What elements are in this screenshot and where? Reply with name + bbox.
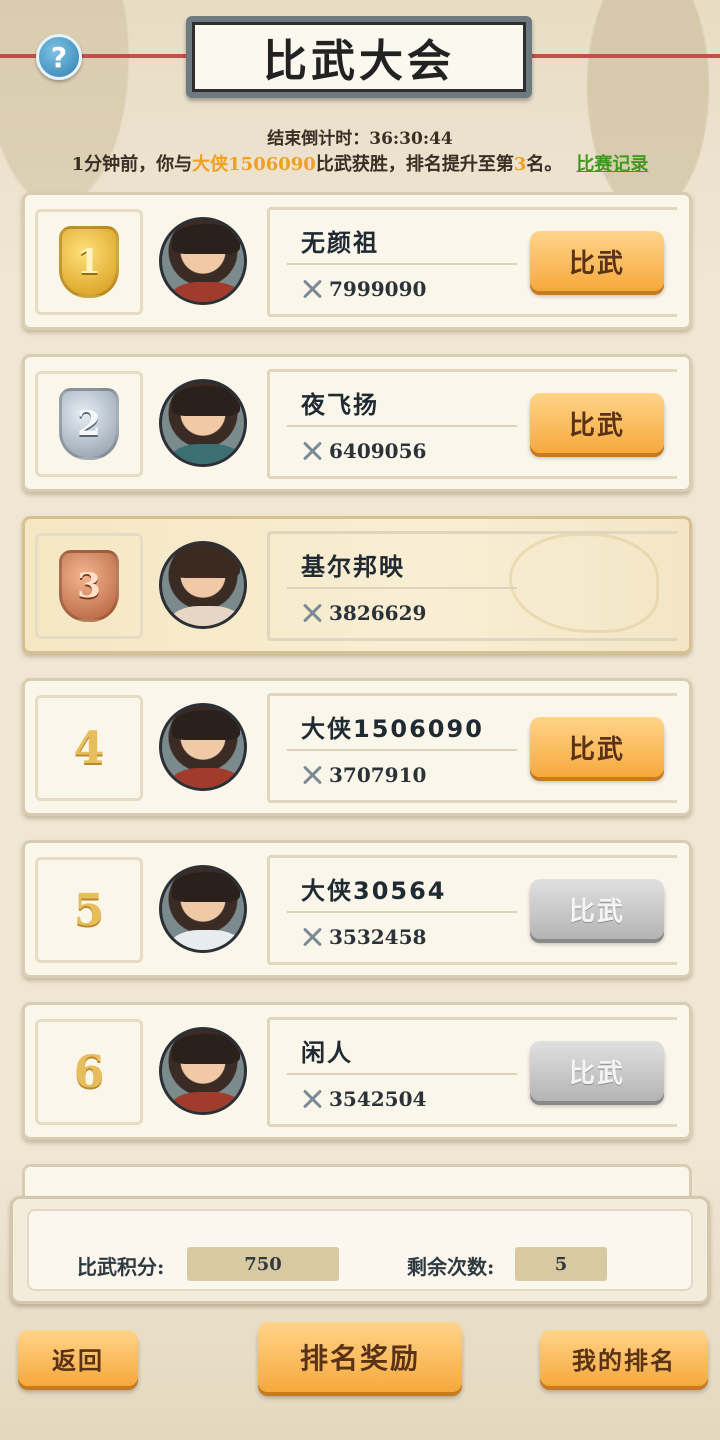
rank-number: 6 [73, 1046, 105, 1098]
player-name: 基尔邦映 [301, 553, 405, 581]
player-name: 夜飞扬 [301, 391, 379, 419]
back-button[interactable]: 返回 [18, 1330, 138, 1386]
countdown: 结束倒计时：36:30:44 [0, 124, 720, 149]
rank-box: 1 [35, 209, 143, 315]
crossed-swords-icon [301, 926, 323, 948]
rank-box: 6 [35, 1019, 143, 1125]
gold-medal-icon: 1 [59, 226, 119, 298]
title-plate: 比武大会 [186, 16, 532, 98]
divider [287, 425, 517, 427]
rank-box: 2 [35, 371, 143, 477]
rank-box: 5 [35, 857, 143, 963]
news-opponent: 大侠1506090 [192, 154, 316, 175]
player-name: 无颜祖 [301, 229, 379, 257]
stats-inner: 比武积分: 750 剩余次数: 5 [27, 1209, 693, 1291]
my-rank-button[interactable]: 我的排名 [540, 1330, 708, 1386]
duel-button-disabled[interactable]: 比武 [530, 879, 664, 939]
remaining-label: 剩余次数: [407, 1255, 495, 1279]
news-prefix: 1分钟前，你与 [71, 154, 193, 175]
crossed-swords-icon [301, 440, 323, 462]
bronze-medal-icon: 3 [59, 550, 119, 622]
silver-medal-icon: 2 [59, 388, 119, 460]
rank-rewards-button[interactable]: 排名奖励 [258, 1322, 462, 1392]
avatar[interactable] [159, 541, 247, 629]
battle-news: 1分钟前，你与大侠1506090比武获胜，排名提升至第3名。 比赛记录 [0, 150, 720, 176]
ranking-row: 1 无颜祖 7999090 比武 [22, 192, 692, 330]
avatar[interactable] [159, 379, 247, 467]
rank-box: 4 [35, 695, 143, 801]
power-value: 6409056 [301, 439, 426, 463]
title-rope-left [0, 54, 190, 58]
points-label: 比武积分: [77, 1255, 165, 1279]
points-value: 750 [187, 1247, 339, 1281]
player-name: 大侠1506090 [301, 715, 484, 743]
crossed-swords-icon [301, 1088, 323, 1110]
avatar[interactable] [159, 1027, 247, 1115]
news-rank: 3 [513, 154, 527, 175]
divider [287, 749, 517, 751]
rank-number: 2 [77, 404, 101, 444]
rank-number: 1 [77, 242, 101, 282]
remaining-value: 5 [515, 1247, 607, 1281]
duel-button-disabled[interactable]: 比武 [530, 1041, 664, 1101]
ranking-row: 5 大侠30564 3532458 比武 [22, 840, 692, 978]
help-button[interactable]: ? [36, 34, 82, 80]
ranking-row: 6 闲人 3542504 比武 [22, 1002, 692, 1140]
avatar[interactable] [159, 703, 247, 791]
avatar[interactable] [159, 865, 247, 953]
news-middle: 比武获胜，排名提升至第 [315, 154, 514, 175]
avatar[interactable] [159, 217, 247, 305]
power-value: 3707910 [301, 763, 426, 787]
help-icon: ? [50, 40, 68, 74]
player-name: 闲人 [301, 1039, 353, 1067]
ranking-row: 2 夜飞扬 6409056 比武 [22, 354, 692, 492]
countdown-value: 36:30:44 [369, 129, 453, 149]
duel-button[interactable]: 比武 [530, 717, 664, 777]
divider [287, 263, 517, 265]
power-value: 3532458 [301, 925, 426, 949]
player-name: 大侠30564 [301, 877, 447, 905]
rank-box: 3 [35, 533, 143, 639]
ranking-row: 4 大侠1506090 3707910 比武 [22, 678, 692, 816]
page-title: 比武大会 [192, 22, 526, 92]
crossed-swords-icon [301, 278, 323, 300]
power-value: 3542504 [301, 1087, 426, 1111]
news-suffix: 名。 [526, 154, 563, 175]
rank-number: 5 [73, 884, 105, 936]
title-rope-right [530, 54, 720, 58]
crossed-swords-icon [301, 764, 323, 786]
duel-button[interactable]: 比武 [530, 231, 664, 291]
match-record-link[interactable]: 比赛记录 [576, 154, 648, 175]
stats-panel: 比武积分: 750 剩余次数: 5 [10, 1196, 710, 1304]
divider [287, 1073, 517, 1075]
power-value: 7999090 [301, 277, 426, 301]
divider [287, 587, 517, 589]
power-value: 3826629 [301, 601, 426, 625]
rank-number: 4 [73, 722, 105, 774]
crossed-swords-icon [301, 602, 323, 624]
countdown-label: 结束倒计时： [267, 129, 370, 149]
duel-button[interactable]: 比武 [530, 393, 664, 453]
ranking-row-self: 3 基尔邦映 3826629 [22, 516, 692, 654]
rank-number: 3 [77, 566, 101, 606]
divider [287, 911, 517, 913]
